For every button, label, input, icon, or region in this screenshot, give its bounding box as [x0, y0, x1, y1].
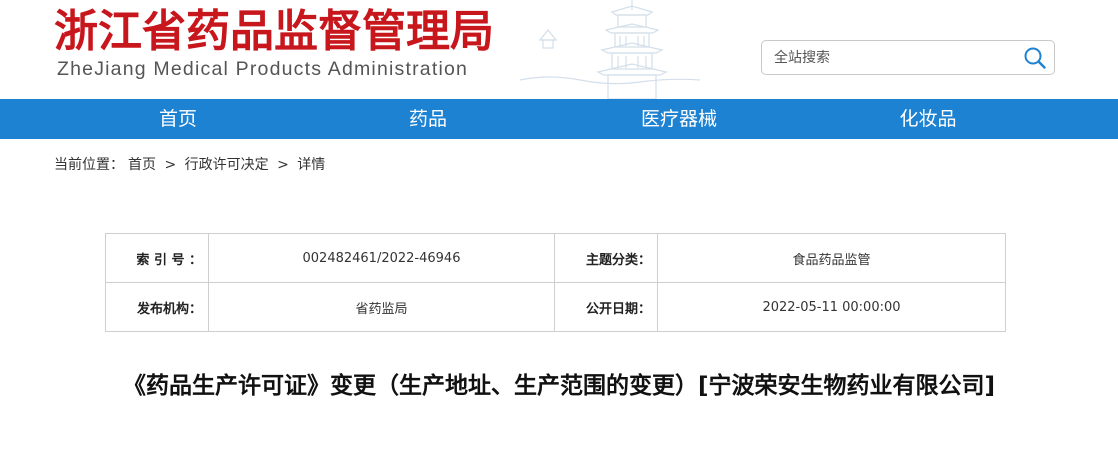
index-number-label: 索 引 号 ： [105, 233, 209, 283]
document-meta-table: 索 引 号 ： 002482461/2022-46946 主题分类： 食品药品监… [105, 233, 1006, 332]
breadcrumb-separator: > [164, 157, 177, 173]
breadcrumb-admin-licensing[interactable]: 行政许可决定 [185, 157, 269, 173]
search-box [761, 40, 1055, 75]
breadcrumb-home[interactable]: 首页 [128, 157, 156, 173]
publish-date-label: 公开日期： [554, 282, 658, 332]
table-row: 索 引 号 ： 002482461/2022-46946 主题分类： 食品药品监… [105, 233, 1006, 283]
topic-category-value: 食品药品监管 [657, 233, 1006, 283]
site-title-cn[interactable]: 浙江省药品监督管理局 [54, 4, 494, 60]
site-title-en: ZheJiang Medical Products Administration [57, 58, 469, 80]
pagoda-decoration-icon [520, 0, 700, 99]
nav-item-medical-devices[interactable]: 医疗器械 [614, 99, 744, 139]
index-number-value: 002482461/2022-46946 [208, 233, 555, 283]
topic-category-label: 主题分类： [554, 233, 658, 283]
site-header: 浙江省药品监督管理局 ZheJiang Medical Products Adm… [0, 0, 1118, 99]
breadcrumb: 当前位置： 首页 > 行政许可决定 > 详情 [54, 154, 329, 176]
nav-item-home[interactable]: 首页 [128, 99, 228, 139]
search-icon[interactable] [1022, 45, 1048, 71]
publish-date-value: 2022-05-11 00:00:00 [657, 282, 1006, 332]
publisher-value: 省药监局 [208, 282, 555, 332]
nav-item-cosmetics[interactable]: 化妆品 [878, 99, 978, 139]
breadcrumb-prefix: 当前位置： [54, 157, 124, 173]
breadcrumb-current: 详情 [297, 157, 326, 173]
publisher-label: 发布机构： [105, 282, 209, 332]
main-nav: 首页 药品 医疗器械 化妆品 [0, 99, 1118, 139]
table-row: 发布机构： 省药监局 公开日期： 2022-05-11 00:00:00 [105, 282, 1006, 332]
search-input[interactable] [762, 41, 1012, 74]
document-title: 《药品生产许可证》变更（生产地址、生产范围的变更）[宁波荣安生物药业有限公司] [122, 373, 996, 399]
nav-item-drugs[interactable]: 药品 [378, 99, 478, 139]
breadcrumb-separator: > [277, 157, 289, 173]
